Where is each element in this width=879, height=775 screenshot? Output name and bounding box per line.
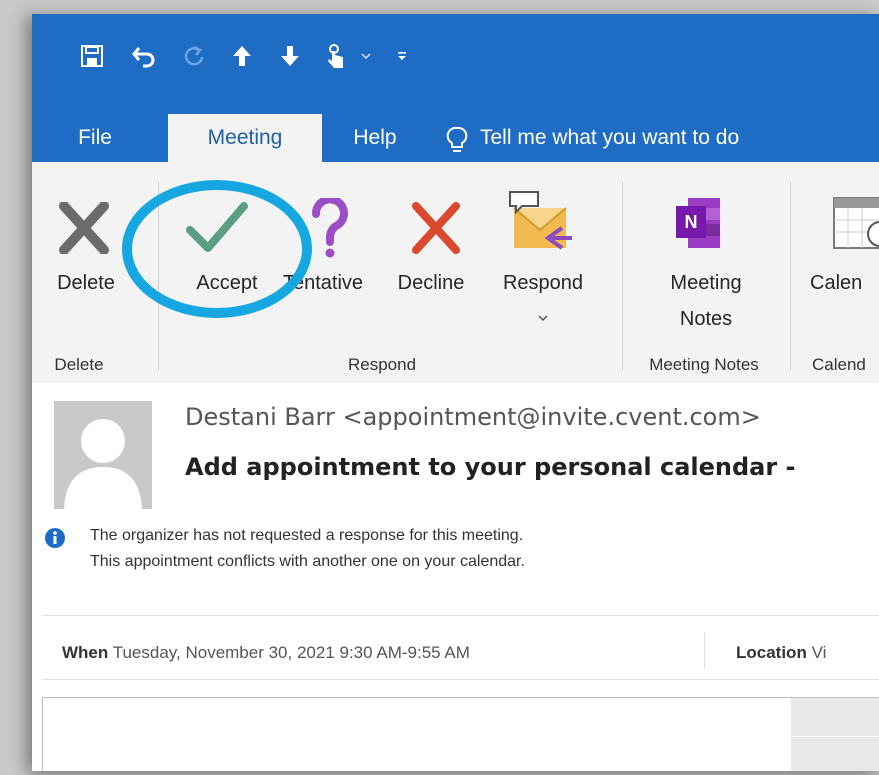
subject: Add appointment to your personal calenda… [185, 453, 796, 481]
ribbon-separator [790, 182, 791, 370]
calendar-icon [832, 192, 879, 257]
tab-help[interactable]: Help [338, 114, 412, 162]
tentative-question-icon [308, 195, 352, 263]
decline-button[interactable]: Decline [372, 272, 490, 295]
when-value: Tuesday, November 30, 2021 9:30 AM-9:55 … [112, 643, 470, 662]
divider [42, 679, 879, 680]
tab-meeting[interactable]: Meeting [168, 114, 322, 162]
touch-mode-icon[interactable] [322, 42, 350, 70]
when-label: When [62, 643, 109, 662]
info-icon [44, 527, 66, 554]
undo-icon[interactable] [130, 42, 158, 70]
ribbon: Delete Delete Accept Tentative Decline R… [32, 162, 879, 384]
dropdown-chevron-icon[interactable] [358, 42, 374, 70]
accept-check-icon [182, 200, 252, 261]
respond-envelope-icon [506, 188, 572, 259]
info-no-response: The organizer has not requested a respon… [90, 527, 524, 544]
outlook-window: File Meeting Help Tell me what you want … [32, 14, 879, 771]
up-arrow-icon[interactable] [228, 42, 256, 70]
respond-button[interactable]: Respond [490, 272, 596, 295]
meeting-notes-group-label: Meeting Notes [649, 355, 759, 374]
location-value: Vi [811, 643, 827, 662]
field-separator [704, 633, 705, 669]
divider [42, 615, 879, 616]
customize-qat-icon[interactable] [394, 42, 410, 70]
ribbon-separator [158, 182, 159, 370]
calendar-button[interactable]: Calen [810, 272, 879, 295]
delete-button[interactable]: Delete [42, 272, 130, 295]
respond-chevron-icon[interactable] [537, 310, 549, 328]
decline-x-icon [408, 202, 464, 259]
redo-icon [180, 42, 208, 70]
onenote-icon: N [674, 194, 724, 257]
calendar-preview-frame [42, 697, 879, 771]
info-conflict: This appointment conflicts with another … [90, 553, 525, 570]
save-icon[interactable] [78, 42, 106, 70]
location-label: Location [736, 643, 807, 662]
tentative-button[interactable]: Tentative [276, 272, 370, 295]
accept-button[interactable]: Accept [182, 272, 272, 295]
calendar-preview-column [791, 698, 879, 771]
location-field: Location Vi [736, 643, 826, 663]
tab-file[interactable]: File [60, 114, 130, 162]
calendar-preview-line [791, 736, 879, 737]
respond-group-label: Respond [347, 355, 417, 374]
meeting-notes-button-line2[interactable]: Notes [640, 308, 772, 331]
calendar-group-label: Calend [812, 355, 866, 374]
tell-me-search[interactable]: Tell me what you want to do [480, 114, 879, 162]
svg-text:N: N [685, 212, 698, 232]
delete-icon [50, 201, 118, 259]
down-arrow-icon[interactable] [276, 42, 304, 70]
ribbon-separator [622, 182, 623, 370]
avatar [54, 401, 152, 509]
message-pane: Destani Barr <appointment@invite.cvent.c… [32, 383, 879, 771]
lightbulb-icon [446, 126, 468, 159]
ribbon-tabs: File Meeting Help Tell me what you want … [32, 90, 879, 162]
delete-group-label: Delete [54, 355, 104, 374]
sender: Destani Barr <appointment@invite.cvent.c… [185, 403, 761, 431]
meeting-notes-button[interactable]: Meeting [640, 272, 772, 295]
when-field: When Tuesday, November 30, 2021 9:30 AM-… [62, 643, 470, 663]
quick-access-toolbar [32, 14, 879, 90]
